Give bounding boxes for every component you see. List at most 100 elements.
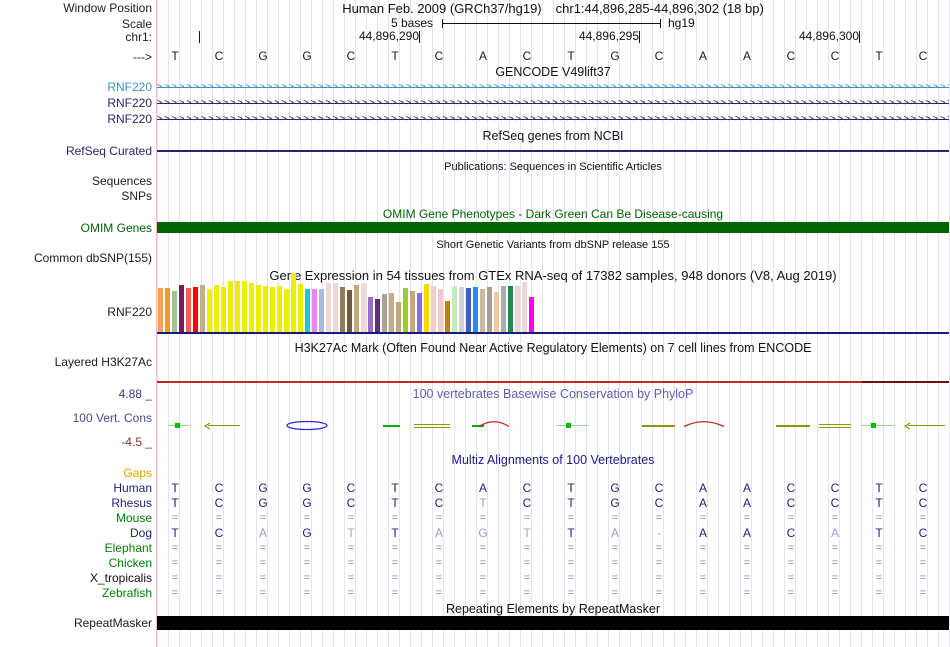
multiz-species-label[interactable]: Gaps [123, 466, 152, 480]
multiz-species-label[interactable]: Mouse [116, 511, 152, 525]
gtex-tissue-bar[interactable] [235, 281, 240, 332]
gtex-tissue-bar[interactable] [242, 281, 247, 332]
gtex-tissue-bar[interactable] [368, 297, 373, 332]
coord-number: 44,896,300 [799, 30, 859, 43]
gtex-tissue-bar[interactable] [431, 286, 436, 332]
gencode-transcript-label[interactable]: RNF220 [107, 112, 152, 126]
gtex-tissue-bar[interactable] [529, 297, 534, 332]
gencode-transcript-label[interactable]: RNF220 [107, 96, 152, 110]
gtex-tissue-bar[interactable] [375, 299, 380, 332]
gtex-tissue-bar[interactable] [494, 292, 499, 332]
gtex-gene-label[interactable]: RNF220 [107, 305, 152, 319]
multiz-species-label[interactable]: Rhesus [111, 496, 152, 510]
gtex-tissue-bar[interactable] [452, 286, 457, 332]
gencode-transcript-label[interactable]: RNF220 [107, 80, 152, 94]
gtex-tissue-bar[interactable] [312, 289, 317, 332]
gtex-tissue-bar[interactable] [221, 287, 226, 332]
gtex-tissue-bar[interactable] [165, 288, 170, 332]
multiz-species-label[interactable]: Human [113, 481, 152, 495]
gtex-tissue-bar[interactable] [291, 273, 296, 332]
gtex-tissue-bar[interactable] [522, 282, 527, 332]
phylop-mark [208, 425, 240, 426]
gtex-tissue-bar[interactable] [249, 283, 254, 332]
gtex-tissue-bar[interactable] [389, 293, 394, 332]
gtex-tissue-bar[interactable] [172, 291, 177, 332]
gtex-tissue-bar[interactable] [459, 287, 464, 332]
gtex-tissue-bar[interactable] [340, 287, 345, 332]
gtex-tissue-bar[interactable] [473, 287, 478, 332]
alignment-cell: = [560, 572, 582, 585]
omim-genes-label[interactable]: OMIM Genes [81, 221, 152, 235]
gtex-tissue-bar[interactable] [186, 288, 191, 332]
gtex-tissue-bar[interactable] [179, 285, 184, 332]
gtex-tissue-bar[interactable] [214, 285, 219, 332]
gtex-tissue-bar[interactable] [207, 289, 212, 332]
transcript-direction-arrows[interactable]: >>>>>>>>>>>>>>>>>>>>>>>>>>>>>>>>>>>>>>>>… [157, 82, 949, 92]
gtex-tissue-bar[interactable] [305, 289, 310, 332]
refseq-gene-line[interactable] [157, 150, 949, 152]
gtex-tissue-bar[interactable] [501, 286, 506, 332]
gtex-tissue-bar[interactable] [158, 288, 163, 332]
gtex-tissue-bar[interactable] [193, 287, 198, 332]
gtex-tissue-bar[interactable] [487, 287, 492, 332]
gtex-tissue-bar[interactable] [200, 285, 205, 332]
gtex-tissue-bar[interactable] [424, 284, 429, 332]
h3k27ac-signal-dark-segment[interactable] [862, 381, 949, 383]
alignment-cell: = [604, 557, 626, 570]
alignment-cell: = [604, 542, 626, 555]
repeatmasker-title: Repeating Elements by RepeatMasker [157, 602, 949, 616]
gtex-tissue-bar[interactable] [396, 302, 401, 332]
gtex-tissue-bar[interactable] [382, 294, 387, 332]
gtex-tissue-bar[interactable] [438, 289, 443, 332]
multiz-species-label[interactable]: X_tropicalis [90, 571, 152, 585]
snps-label[interactable]: SNPs [121, 189, 152, 203]
gtex-tissue-bar[interactable] [263, 286, 268, 332]
alignment-cell: = [692, 512, 714, 525]
gtex-tissue-bar[interactable] [347, 290, 352, 332]
gtex-tissue-bar[interactable] [403, 288, 408, 332]
phylop-mark [204, 422, 211, 430]
gtex-tissue-bar[interactable] [256, 285, 261, 332]
transcript-direction-arrows[interactable]: >>>>>>>>>>>>>>>>>>>>>>>>>>>>>>>>>>>>>>>>… [157, 114, 949, 124]
base-letter: T [384, 50, 406, 63]
common-dbsnp-label[interactable]: Common dbSNP(155) [34, 251, 152, 265]
gtex-tissue-bar[interactable] [466, 288, 471, 332]
gtex-tissue-bar[interactable] [228, 281, 233, 332]
h3k27ac-signal-line[interactable] [157, 381, 949, 383]
gtex-tissue-bar[interactable] [515, 286, 520, 332]
multiz-species-label[interactable]: Dog [130, 526, 152, 540]
gtex-tissue-bar[interactable] [508, 286, 513, 332]
transcript-direction-arrows[interactable]: >>>>>>>>>>>>>>>>>>>>>>>>>>>>>>>>>>>>>>>>… [157, 98, 949, 108]
h3k27ac-label[interactable]: Layered H3K27Ac [55, 355, 152, 369]
gtex-tissue-bar[interactable] [277, 286, 282, 332]
gtex-tissue-bar[interactable] [270, 287, 275, 332]
repeatmasker-bar[interactable] [157, 616, 949, 630]
gtex-tissue-bar[interactable] [333, 283, 338, 332]
gtex-gene-model-line[interactable] [157, 332, 949, 334]
alignment-cell: A [692, 497, 714, 510]
repeatmasker-label[interactable]: RepeatMasker [74, 616, 152, 630]
gtex-tissue-bar[interactable] [319, 289, 324, 332]
alignment-cell: = [472, 587, 494, 600]
omim-gene-bar[interactable] [157, 222, 949, 233]
multiz-species-label[interactable]: Zebrafish [102, 586, 152, 600]
gencode-title: GENCODE V49lift37 [157, 65, 949, 79]
gtex-tissue-bar[interactable] [361, 283, 366, 332]
gtex-tissue-bar[interactable] [284, 289, 289, 332]
phylop-track-label[interactable]: 100 Vert. Cons [73, 411, 152, 425]
gtex-tissue-bar[interactable] [410, 291, 415, 332]
gtex-tissue-bar[interactable] [298, 284, 303, 332]
gtex-tissue-bar[interactable] [445, 301, 450, 332]
phylop-mark [684, 418, 724, 428]
base-letter: C [516, 50, 538, 63]
alignment-cell: = [560, 557, 582, 570]
alignment-cell: = [516, 557, 538, 570]
gtex-tissue-bar[interactable] [417, 293, 422, 332]
multiz-species-label[interactable]: Chicken [109, 556, 152, 570]
gtex-tissue-bar[interactable] [326, 283, 331, 332]
sequences-label[interactable]: Sequences [92, 174, 152, 188]
refseq-curated-label[interactable]: RefSeq Curated [66, 144, 152, 158]
multiz-species-label[interactable]: Elephant [105, 541, 152, 555]
gtex-tissue-bar[interactable] [480, 289, 485, 332]
gtex-tissue-bar[interactable] [354, 285, 359, 332]
